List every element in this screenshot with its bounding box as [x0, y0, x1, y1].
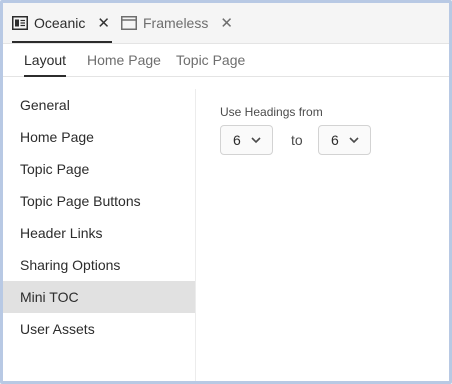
heading-to-select[interactable]: 6 — [318, 125, 371, 155]
tab-label: Topic Page — [176, 52, 246, 68]
to-label: to — [291, 132, 303, 148]
doc-tab-frameless[interactable]: Frameless ✕ — [121, 3, 233, 43]
doc-tab-label: Oceanic — [34, 15, 86, 31]
chevron-down-icon — [251, 137, 261, 144]
heading-from-select[interactable]: 6 — [220, 125, 273, 155]
doc-tab-label: Frameless — [143, 15, 209, 31]
sidebar-item-general[interactable]: General — [3, 89, 195, 121]
sidebar-item-label: Home Page — [20, 129, 94, 145]
tab-label: Layout — [24, 52, 67, 68]
sidebar-item-topic-page[interactable]: Topic Page — [3, 153, 195, 185]
tab-topic-page[interactable]: Topic Page — [176, 44, 245, 76]
sidebar-item-mini-toc[interactable]: Mini TOC — [3, 281, 195, 313]
tab-home-page[interactable]: Home Page — [87, 44, 161, 76]
doc-tab-oceanic[interactable]: Oceanic ✕ — [12, 3, 112, 43]
sidebar-item-label: Topic Page Buttons — [20, 193, 141, 209]
close-icon[interactable]: ✕ — [97, 16, 110, 31]
chevron-down-icon — [349, 137, 359, 144]
sidebar-item-label: Topic Page — [20, 161, 90, 177]
settings-tab-bar: Layout Home Page Topic Page — [3, 44, 449, 77]
sidebar-item-label: Sharing Options — [20, 257, 121, 273]
window-frame: Oceanic ✕ Frameless ✕ Layout Home Page T… — [0, 0, 452, 384]
sidebar-item-sharing-options[interactable]: Sharing Options — [3, 249, 195, 281]
sidebar-item-header-links[interactable]: Header Links — [3, 217, 195, 249]
sidebar-item-user-assets[interactable]: User Assets — [3, 313, 195, 345]
sidebar-item-label: User Assets — [20, 321, 95, 337]
document-tab-bar: Oceanic ✕ Frameless ✕ — [3, 3, 449, 44]
sidebar-item-home-page[interactable]: Home Page — [3, 121, 195, 153]
window-icon — [121, 16, 137, 30]
close-icon[interactable]: ✕ — [220, 16, 233, 31]
sidebar-item-topic-page-buttons[interactable]: Topic Page Buttons — [3, 185, 195, 217]
settings-panel: Use Headings from 6 to 6 — [196, 89, 449, 381]
sidebar-item-label: Header Links — [20, 225, 103, 241]
heading-to-value: 6 — [331, 132, 339, 148]
sidebar-item-label: Mini TOC — [20, 289, 79, 305]
tab-label: Home Page — [87, 52, 161, 68]
panel-icon — [12, 16, 28, 30]
heading-from-value: 6 — [233, 132, 241, 148]
use-headings-label: Use Headings from — [220, 105, 323, 119]
sidebar-item-label: General — [20, 97, 70, 113]
sidebar: General Home Page Topic Page Topic Page … — [3, 89, 196, 381]
tab-layout[interactable]: Layout — [24, 44, 67, 77]
